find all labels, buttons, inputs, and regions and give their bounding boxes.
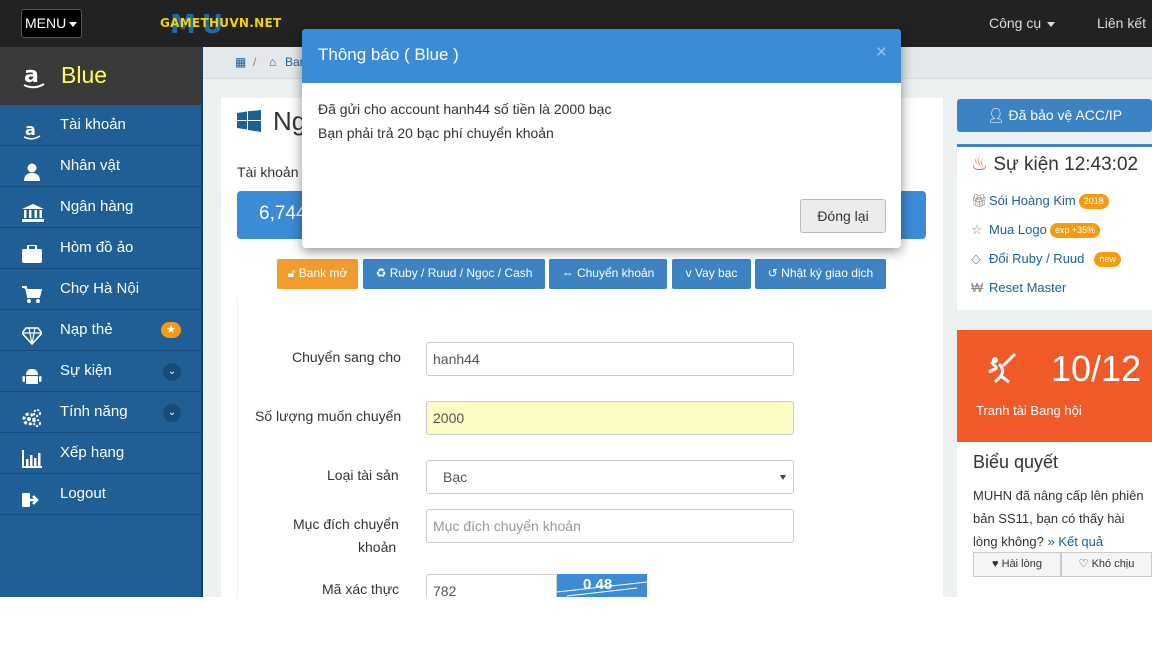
app-root: MENU MU GAMETHUVN.NET Công cụ Liên kết a… — [0, 0, 1152, 597]
modal-message-line2: Bạn phải trả 20 bạc phí chuyển khoản — [318, 125, 554, 141]
modal-close-button[interactable]: Đóng lại — [800, 199, 886, 233]
notification-modal: Thông báo ( Blue ) × Đã gửi cho account … — [302, 29, 901, 248]
modal-title: Thông báo ( Blue ) — [318, 45, 459, 64]
modal-header: Thông báo ( Blue ) × — [302, 29, 901, 83]
modal-message-line1: Đã gửi cho account hanh44 số tiền là 200… — [318, 101, 612, 117]
close-icon[interactable]: × — [876, 42, 887, 64]
